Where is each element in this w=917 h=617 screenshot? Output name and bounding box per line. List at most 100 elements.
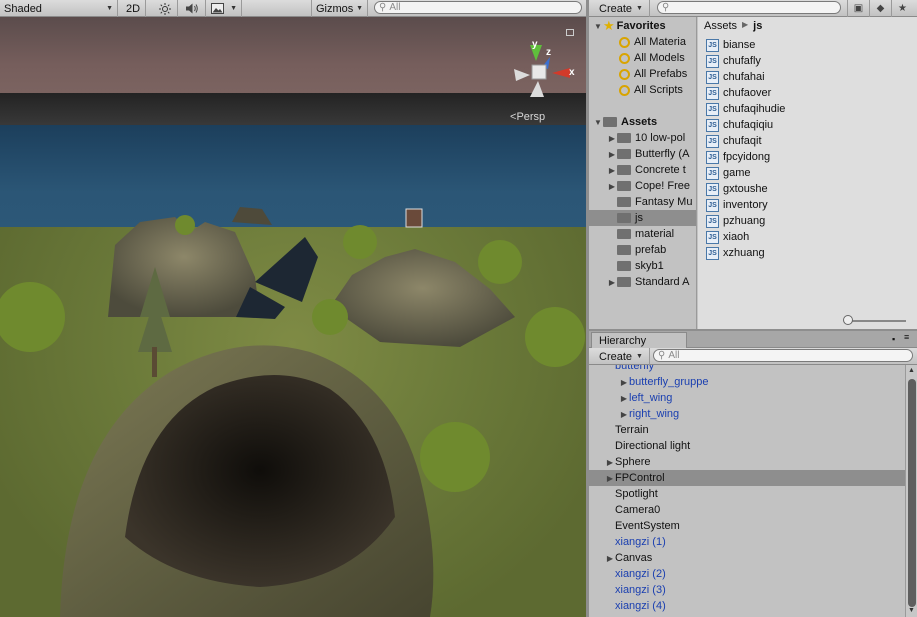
- scene-view[interactable]: Shaded ▼ 2D ▼ Gizmos ▼ ⚲ All y z x <Pers…: [0, 0, 586, 617]
- script-file-item[interactable]: JS chufaqiqiu: [706, 117, 773, 133]
- script-file-item[interactable]: JS xzhuang: [706, 245, 765, 261]
- scroll-down-icon[interactable]: ▼: [908, 607, 915, 614]
- lock-icon[interactable]: ▪: [892, 334, 895, 344]
- expand-arrow-icon[interactable]: ▶: [619, 410, 629, 419]
- folder-item[interactable]: js: [589, 210, 696, 226]
- orientation-gizmo[interactable]: y z x: [508, 39, 580, 113]
- script-icon: JS: [706, 38, 719, 52]
- tag-icon[interactable]: ◆: [869, 0, 891, 17]
- folder-item[interactable]: Fantasy Mu: [589, 194, 696, 210]
- breadcrumb-item[interactable]: Assets: [704, 20, 737, 32]
- script-file-item[interactable]: JS xiaoh: [706, 229, 749, 245]
- scene-search-input[interactable]: ⚲ All: [374, 1, 582, 14]
- create-dropdown[interactable]: Create ▼: [593, 348, 650, 365]
- script-file-item[interactable]: JS chufafly: [706, 53, 761, 69]
- hierarchy-item[interactable]: ▶ right_wing: [589, 406, 905, 422]
- folder-item[interactable]: skyb1: [589, 258, 696, 274]
- hierarchy-item-label: Sphere: [615, 456, 651, 468]
- expand-arrow-icon[interactable]: ▶: [605, 474, 615, 483]
- script-file-item[interactable]: JS chufahai: [706, 69, 765, 85]
- audio-toggle[interactable]: [180, 0, 206, 17]
- script-file-item[interactable]: JS gxtoushe: [706, 181, 768, 197]
- assets-header[interactable]: ▼ Assets: [593, 114, 657, 130]
- hierarchy-item[interactable]: ▶ Sphere: [589, 454, 905, 470]
- expand-arrow-icon[interactable]: ▶: [607, 134, 617, 143]
- script-file-item[interactable]: JS chufaover: [706, 85, 771, 101]
- favorite-item[interactable]: All Scripts: [619, 82, 683, 98]
- rock-formation: [232, 207, 272, 225]
- folder-item[interactable]: material: [589, 226, 696, 242]
- project-search-input[interactable]: ⚲: [657, 1, 841, 14]
- hierarchy-item[interactable]: Terrain: [589, 422, 905, 438]
- hierarchy-item[interactable]: Camera0: [589, 502, 905, 518]
- expand-arrow-icon[interactable]: ▶: [607, 182, 617, 191]
- folder-icon: [617, 149, 631, 159]
- folder-item[interactable]: prefab: [589, 242, 696, 258]
- hierarchy-item[interactable]: ▶ Canvas: [589, 550, 905, 566]
- hierarchy-item[interactable]: xiangzi (4): [589, 598, 905, 614]
- star-icon: ★: [603, 18, 615, 33]
- hierarchy-item-label: Canvas: [615, 552, 653, 564]
- favorites-header[interactable]: ▼ ★ Favorites: [593, 18, 666, 34]
- mode-2d-toggle[interactable]: 2D: [121, 0, 146, 17]
- create-dropdown[interactable]: Create ▼: [593, 0, 650, 17]
- scene-viewport[interactable]: y z x <Persp: [0, 17, 586, 617]
- breadcrumb-item[interactable]: js: [753, 20, 762, 32]
- hierarchy-item[interactable]: Directional light: [589, 438, 905, 454]
- folder-item[interactable]: ▶ Concrete t: [589, 162, 696, 178]
- project-file-view: Assets ▶ js JS bianse JS chufafly JS chufahai…: [698, 17, 917, 329]
- script-file-item[interactable]: JS game: [706, 165, 751, 181]
- script-file-item[interactable]: JS chufaqihudie: [706, 101, 785, 117]
- hierarchy-item[interactable]: Spotlight: [589, 486, 905, 502]
- script-file-item[interactable]: JS inventory: [706, 197, 768, 213]
- menu-icon[interactable]: ≡: [904, 332, 909, 342]
- perspective-toggle[interactable]: <Persp: [510, 111, 545, 123]
- hierarchy-item[interactable]: ▶ FPControl: [589, 470, 905, 486]
- effects-dropdown[interactable]: ▼: [207, 0, 242, 17]
- scrollbar-thumb[interactable]: [908, 379, 916, 607]
- filter-type-icon[interactable]: ▣: [847, 0, 869, 17]
- scroll-up-icon[interactable]: ▲: [908, 367, 915, 374]
- expand-arrow-icon[interactable]: ▶: [607, 278, 617, 287]
- favorite-item[interactable]: All Materia: [619, 34, 686, 50]
- hierarchy-list: butterfly ▶ butterfly_gruppe ▶ left_wing ▶ rig…: [589, 365, 905, 617]
- icon-size-slider-track[interactable]: [848, 320, 906, 322]
- folder-item[interactable]: ▶ Cope! Free: [589, 178, 696, 194]
- expand-arrow-icon[interactable]: ▶: [619, 378, 629, 387]
- hierarchy-item[interactable]: butterfly: [589, 365, 905, 374]
- expand-arrow-icon[interactable]: ▶: [605, 554, 615, 563]
- folder-item[interactable]: ▶ 10 low-pol: [589, 130, 696, 146]
- folder-item[interactable]: ▶ Butterfly (A: [589, 146, 696, 162]
- hierarchy-item[interactable]: xiangzi (1): [589, 534, 905, 550]
- hierarchy-item[interactable]: xiangzi (3): [589, 582, 905, 598]
- expand-arrow-icon[interactable]: ▶: [607, 166, 617, 175]
- expand-arrow-icon[interactable]: ▶: [619, 394, 629, 403]
- gizmos-dropdown[interactable]: Gizmos ▼: [311, 0, 368, 17]
- lighting-toggle[interactable]: [152, 0, 178, 17]
- shading-mode-dropdown[interactable]: Shaded ▼: [0, 0, 118, 17]
- expand-arrow-icon[interactable]: ▶: [605, 458, 615, 467]
- project-folder-tree: ▼ ★ Favorites All Materia All Models All P…: [589, 17, 697, 329]
- script-file-item[interactable]: JS chufaqit: [706, 133, 762, 149]
- script-file-item[interactable]: JS pzhuang: [706, 213, 765, 229]
- script-file-item[interactable]: JS bianse: [706, 37, 755, 53]
- lock-icon[interactable]: [566, 29, 574, 36]
- star-icon[interactable]: ★: [891, 0, 913, 17]
- hierarchy-scrollbar[interactable]: ▲ ▼: [905, 365, 917, 617]
- hierarchy-item[interactable]: xiangzi (2): [589, 566, 905, 582]
- script-icon: JS: [706, 86, 719, 100]
- hierarchy-item[interactable]: EventSystem: [589, 518, 905, 534]
- hierarchy-item-label: xiangzi (2): [615, 568, 666, 580]
- icon-size-slider-handle[interactable]: [843, 315, 853, 325]
- folder-item[interactable]: ▶ Standard A: [589, 274, 696, 290]
- folder-label: js: [635, 212, 643, 224]
- search-icon: ⚲: [379, 2, 387, 13]
- favorite-item[interactable]: All Models: [619, 50, 685, 66]
- hierarchy-item[interactable]: ▶ butterfly_gruppe: [589, 374, 905, 390]
- hierarchy-item[interactable]: ▶ left_wing: [589, 390, 905, 406]
- hierarchy-search-input[interactable]: ⚲ All: [653, 349, 913, 362]
- favorite-item[interactable]: All Prefabs: [619, 66, 687, 82]
- expand-arrow-icon[interactable]: ▶: [607, 150, 617, 159]
- script-file-item[interactable]: JS fpcyidong: [706, 149, 770, 165]
- tab-hierarchy[interactable]: Hierarchy: [591, 332, 687, 348]
